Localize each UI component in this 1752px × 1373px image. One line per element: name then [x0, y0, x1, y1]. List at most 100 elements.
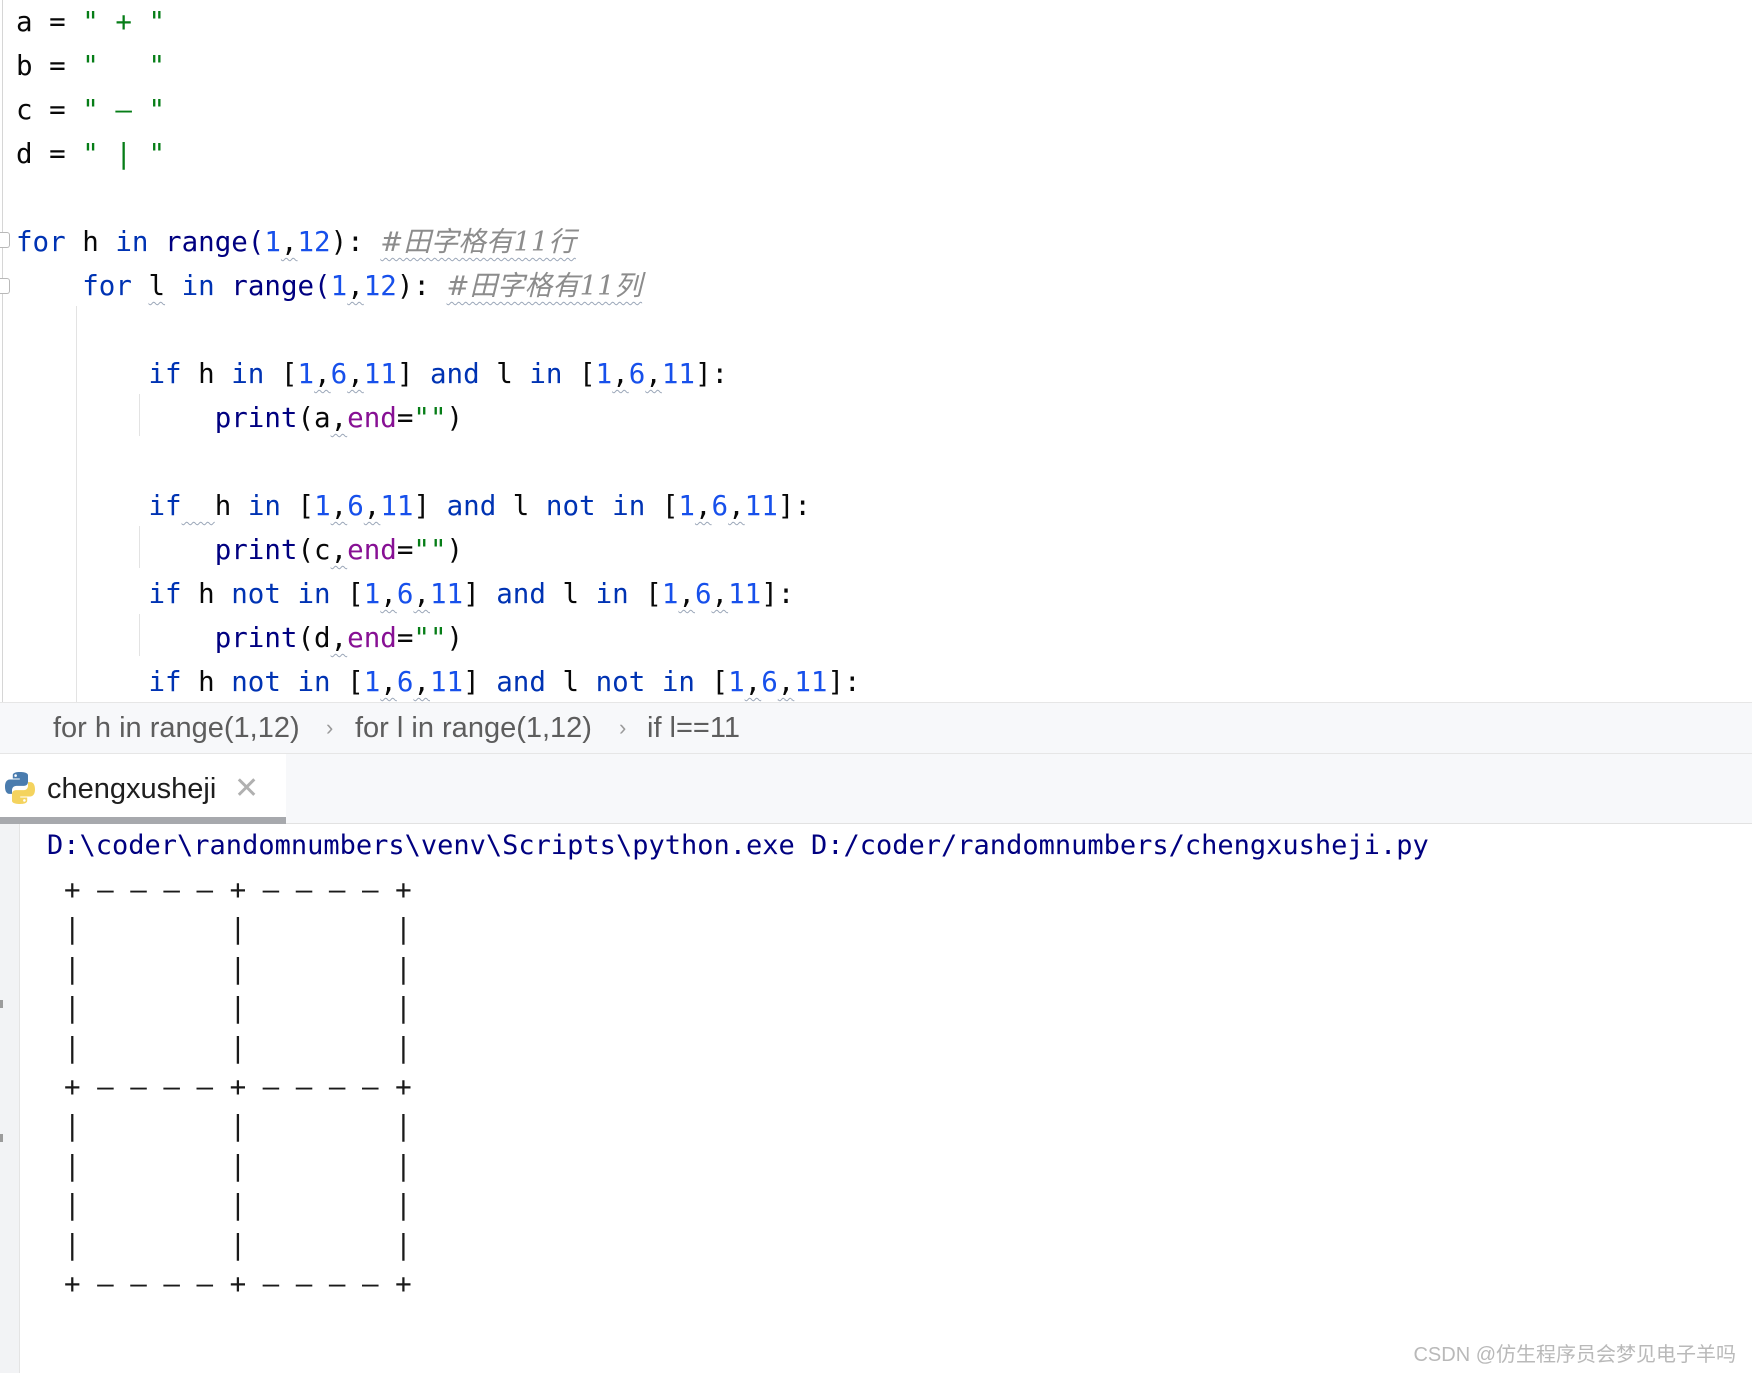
code-token: 6: [711, 490, 729, 522]
console-output-line: | | |: [64, 952, 412, 985]
code-line[interactable]: print(d,end=""): [16, 616, 463, 660]
code-token: in: [297, 578, 331, 610]
code-token: [: [645, 490, 679, 522]
code-token: 11: [661, 358, 695, 390]
code-line[interactable]: d = " | ": [16, 132, 165, 176]
console-command-line: D:\coder\randomnumbers\venv\Scripts\pyth…: [47, 830, 1429, 861]
code-line[interactable]: c = " — ": [16, 88, 165, 132]
code-token: " — ": [82, 94, 166, 126]
code-line[interactable]: print(c,end=""): [16, 528, 463, 572]
code-token: ,: [314, 358, 331, 390]
code-line[interactable]: if h in [1,6,11] and l in [1,6,11]:: [16, 352, 728, 396]
code-token: "": [413, 622, 447, 654]
code-token: [: [330, 666, 364, 698]
code-token: ,: [728, 490, 745, 522]
code-token: " ": [82, 50, 166, 82]
code-token: ,: [330, 622, 348, 654]
code-token: c =: [16, 94, 83, 126]
code-token: [: [694, 666, 729, 698]
code-token: " | ": [82, 138, 166, 170]
code-editor[interactable]: a = " + " b = " " c = " — " d = " | " for h …: [0, 0, 1752, 702]
code-line[interactable]: for h in range(1,12): #田字格有11行: [16, 220, 576, 264]
run-tab-bar: chengxusheji ✕: [0, 754, 1752, 824]
fold-marker-outer-for[interactable]: [0, 232, 10, 248]
code-token: 6: [761, 666, 778, 698]
code-token: h: [214, 490, 248, 522]
gutter-marker: [0, 1000, 3, 1008]
gutter-marker: [0, 1134, 3, 1142]
code-token: a =: [16, 6, 83, 38]
breadcrumb-separator: ›: [619, 715, 627, 740]
code-token: =: [396, 534, 414, 566]
code-token: in: [661, 666, 695, 698]
code-token: ):: [330, 226, 381, 258]
code-line[interactable]: a = " + ": [16, 0, 165, 44]
ide-window: a = " + " b = " " c = " — " d = " | " for h …: [0, 0, 1752, 1373]
code-token: if: [148, 358, 182, 390]
code-token: and: [446, 490, 497, 522]
code-line[interactable]: if h not in [1,6,11] and l not in [1,6,1…: [16, 660, 860, 704]
code-line[interactable]: b = " ": [16, 44, 165, 88]
code-line[interactable]: for l in range(1,12): #田字格有11列: [16, 264, 642, 308]
code-token: 11: [728, 578, 762, 610]
console-output-line: | | |: [64, 913, 412, 946]
console-output-line: | | |: [64, 1149, 412, 1182]
code-token: range(: [214, 270, 331, 302]
code-line[interactable]: print(a,end=""): [16, 396, 463, 440]
watermark: CSDN @仿生程序员会梦见电子羊吗: [1413, 1344, 1736, 1366]
code-token: ]:: [761, 578, 795, 610]
code-token: in: [297, 666, 331, 698]
run-tab-label: chengxusheji: [47, 773, 217, 805]
code-token: not: [231, 578, 281, 610]
code-line[interactable]: if h in [1,6,11] and l not in [1,6,11]:: [16, 484, 810, 528]
code-token: if: [148, 578, 182, 610]
code-token: 11: [380, 490, 414, 522]
code-token: l: [545, 578, 596, 610]
console-gutter: [0, 824, 20, 1373]
breadcrumb-item-if[interactable]: if l==11: [647, 703, 740, 753]
code-token: end: [347, 534, 397, 566]
code-token: l: [496, 490, 546, 522]
code-token: 6: [330, 358, 348, 390]
code-token: not: [545, 490, 596, 522]
breadcrumb-item-outer-for[interactable]: for h in range(1,12): [53, 703, 300, 753]
code-token: 6: [396, 578, 414, 610]
close-icon[interactable]: ✕: [234, 754, 259, 824]
code-token: 1: [314, 490, 331, 522]
console-output-line: + — — — — + — — — — +: [64, 1268, 412, 1300]
code-token: 1: [595, 358, 613, 390]
code-token: if: [148, 666, 182, 698]
code-token: 6: [347, 490, 364, 522]
code-line[interactable]: if h not in [1,6,11] and l in [1,6,11]:: [16, 572, 794, 616]
code-token: ): [446, 402, 464, 434]
code-token: h: [65, 226, 116, 258]
code-token: in: [181, 270, 215, 302]
code-token: =: [396, 402, 414, 434]
code-token: print: [214, 622, 298, 654]
code-token: for: [16, 226, 66, 258]
code-token: 1: [363, 666, 381, 698]
code-token: 1: [728, 666, 745, 698]
code-token: 12: [297, 226, 331, 258]
code-token: ,: [363, 490, 381, 522]
console-output-line: | | |: [64, 992, 412, 1025]
run-tab-chengxusheji[interactable]: chengxusheji ✕: [0, 754, 286, 824]
code-token: ,: [330, 534, 348, 566]
code-token: (d: [297, 622, 331, 654]
run-console[interactable]: D:\coder\randomnumbers\venv\Scripts\pyth…: [0, 824, 1752, 1373]
code-token: in: [247, 490, 281, 522]
code-token: ,: [330, 402, 348, 434]
code-token: " + ": [82, 6, 166, 38]
breadcrumb-item-inner-for[interactable]: for l in range(1,12): [355, 703, 592, 753]
code-token: 1: [661, 578, 679, 610]
active-tab-indicator: [0, 817, 286, 824]
code-token: (a: [297, 402, 331, 434]
code-token: ,: [330, 490, 348, 522]
fold-marker-inner-for[interactable]: [0, 278, 10, 294]
